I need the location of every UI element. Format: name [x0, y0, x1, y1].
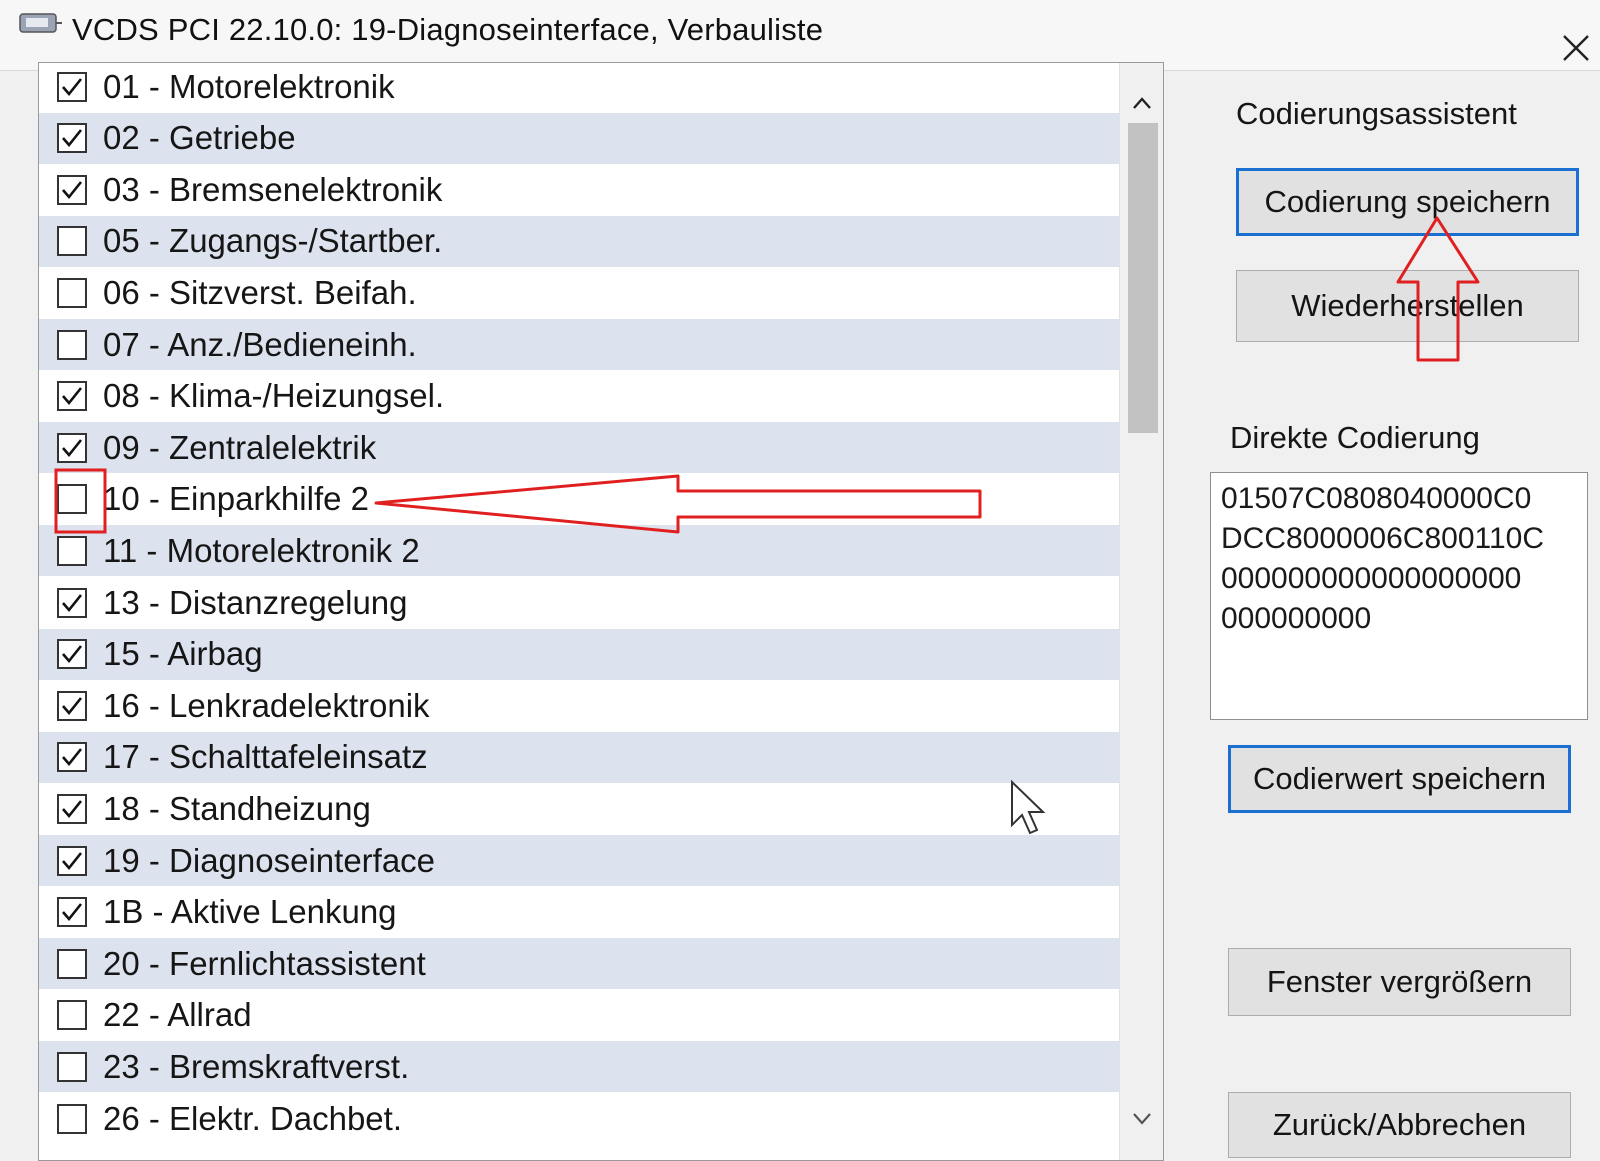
module-label: 08 - Klima-/Heizungsel.	[103, 377, 445, 415]
module-label: 15 - Airbag	[103, 635, 263, 673]
module-checkbox[interactable]	[57, 1000, 87, 1031]
module-row[interactable]: 15 - Airbag	[39, 628, 1119, 680]
checkmark-icon	[62, 645, 83, 664]
module-checkbox[interactable]	[57, 639, 87, 670]
module-label: 16 - Lenkradelektronik	[103, 686, 430, 724]
module-row[interactable]: 19 - Diagnoseinterface	[39, 835, 1119, 886]
module-row[interactable]: 11 - Motorelektronik 2	[39, 525, 1119, 577]
module-label: 18 - Standheizung	[103, 789, 371, 827]
window-title: VCDS PCI 22.10.0: 19-Diagnoseinterface, …	[72, 12, 824, 47]
module-label: 02 - Getriebe	[103, 119, 296, 157]
module-checkbox[interactable]	[57, 71, 87, 102]
checkmark-icon	[62, 387, 83, 406]
module-label: 1B - Aktive Lenkung	[103, 893, 397, 931]
module-checkbox[interactable]	[57, 742, 87, 773]
coding-line: 01507C0808040000C0	[1221, 482, 1532, 515]
module-row[interactable]: 06 - Sitzverst. Beifah.	[39, 267, 1119, 318]
chevron-up-icon	[1133, 97, 1151, 109]
module-checkbox[interactable]	[57, 897, 87, 928]
checkmark-icon	[62, 180, 83, 199]
module-label: 23 - Bremskraftverst.	[103, 1047, 410, 1085]
coding-value-field[interactable]: 01507C0808040000C0 DCC8000006C800110C 00…	[1210, 472, 1588, 720]
module-checkbox[interactable]	[57, 587, 87, 618]
title-bar: VCDS PCI 22.10.0: 19-Diagnoseinterface, …	[0, 0, 1600, 71]
module-list[interactable]: 01 - Motorelektronik 02 - Getriebe 03 - Br…	[38, 62, 1164, 1161]
scroll-up-button[interactable]	[1120, 85, 1163, 121]
coding-assistant-heading: Codierungsassistent	[1236, 96, 1517, 131]
module-label: 19 - Diagnoseinterface	[103, 841, 436, 879]
checkmark-icon	[62, 696, 83, 715]
module-label: 09 - Zentralelektrik	[103, 428, 377, 466]
restore-button[interactable]: Wiederherstellen	[1236, 270, 1579, 342]
module-checkbox[interactable]	[57, 1051, 87, 1082]
module-label: 05 - Zugangs-/Startber.	[103, 222, 443, 260]
module-checkbox[interactable]	[57, 432, 87, 463]
module-checkbox[interactable]	[57, 690, 87, 721]
save-coding-button[interactable]: Codierung speichern	[1236, 168, 1579, 236]
module-row[interactable]: 23 - Bremskraftverst.	[39, 1041, 1119, 1093]
checkmark-icon	[62, 129, 83, 148]
module-row[interactable]: 02 - Getriebe	[39, 112, 1119, 164]
module-checkbox[interactable]	[57, 948, 87, 979]
module-row[interactable]: 03 - Bremsenelektronik	[39, 164, 1119, 215]
module-label: 22 - Allrad	[103, 996, 252, 1034]
scroll-down-button[interactable]	[1120, 1101, 1163, 1137]
module-row[interactable]: 08 - Klima-/Heizungsel.	[39, 371, 1119, 422]
module-row[interactable]: 22 - Allrad	[39, 990, 1119, 1041]
coding-line: 000000000000000000	[1221, 562, 1522, 595]
module-label: 07 - Anz./Bedieneinh.	[103, 325, 417, 363]
module-label: 03 - Bremsenelektronik	[103, 170, 443, 208]
module-label: 17 - Schalttafeleinsatz	[103, 738, 428, 776]
checkmark-icon	[62, 438, 83, 457]
module-checkbox[interactable]	[57, 535, 87, 566]
module-checkbox[interactable]	[57, 226, 87, 257]
vcds-app-icon	[19, 13, 62, 33]
save-coding-value-button[interactable]: Codierwert speichern	[1228, 745, 1571, 813]
coding-line: 000000000	[1221, 602, 1372, 635]
module-label: 13 - Distanzregelung	[103, 583, 408, 621]
checkmark-icon	[62, 851, 83, 870]
scroll-thumb[interactable]	[1128, 123, 1158, 433]
module-checkbox[interactable]	[57, 1103, 87, 1134]
module-checkbox[interactable]	[57, 174, 87, 205]
module-row[interactable]: 13 - Distanzregelung	[39, 577, 1119, 628]
module-checkbox[interactable]	[57, 123, 87, 154]
close-icon	[1563, 35, 1589, 61]
coding-line: DCC8000006C800110C	[1221, 522, 1544, 555]
module-label: 11 - Motorelektronik 2	[103, 531, 420, 569]
module-row[interactable]: 01 - Motorelektronik	[39, 63, 1119, 112]
module-label: 26 - Elektr. Dachbet.	[103, 1099, 402, 1137]
module-row[interactable]: 07 - Anz./Bedieneinh.	[39, 319, 1119, 370]
module-checkbox[interactable]	[57, 381, 87, 412]
checkmark-icon	[62, 593, 83, 612]
module-row[interactable]: 10 - Einparkhilfe 2	[39, 474, 1119, 525]
direct-coding-heading: Direkte Codierung	[1230, 420, 1480, 455]
module-row[interactable]: 16 - Lenkradelektronik	[39, 680, 1119, 731]
module-row[interactable]: 1B - Aktive Lenkung	[39, 887, 1119, 938]
module-row[interactable]: 09 - Zentralelektrik	[39, 422, 1119, 474]
checkmark-icon	[62, 748, 83, 767]
module-checkbox[interactable]	[57, 484, 87, 515]
close-button[interactable]	[1556, 28, 1596, 68]
module-row[interactable]: 05 - Zugangs-/Startber.	[39, 215, 1119, 267]
checkmark-icon	[62, 77, 83, 96]
checkmark-icon	[62, 800, 83, 818]
module-label: 06 - Sitzverst. Beifah.	[103, 273, 417, 311]
back-cancel-button[interactable]: Zurück/Abbrechen	[1228, 1092, 1571, 1158]
checkmark-icon	[62, 903, 83, 922]
module-checkbox[interactable]	[57, 277, 87, 308]
module-checkbox[interactable]	[57, 793, 87, 824]
module-row[interactable]: 18 - Standheizung	[39, 783, 1119, 834]
module-checkbox[interactable]	[57, 845, 87, 876]
module-label: 20 - Fernlichtassistent	[103, 944, 426, 982]
enlarge-window-button[interactable]: Fenster vergrößern	[1228, 948, 1571, 1016]
module-row[interactable]: 20 - Fernlichtassistent	[39, 938, 1119, 990]
module-label: 10 - Einparkhilfe 2	[103, 480, 369, 518]
module-label: 01 - Motorelektronik	[103, 67, 395, 105]
module-row[interactable]: 26 - Elektr. Dachbet.	[39, 1093, 1119, 1144]
list-scrollbar[interactable]	[1119, 63, 1163, 1160]
chevron-down-icon	[1133, 1113, 1151, 1125]
module-checkbox[interactable]	[57, 329, 87, 360]
module-row[interactable]: 17 - Schalttafeleinsatz	[39, 731, 1119, 783]
